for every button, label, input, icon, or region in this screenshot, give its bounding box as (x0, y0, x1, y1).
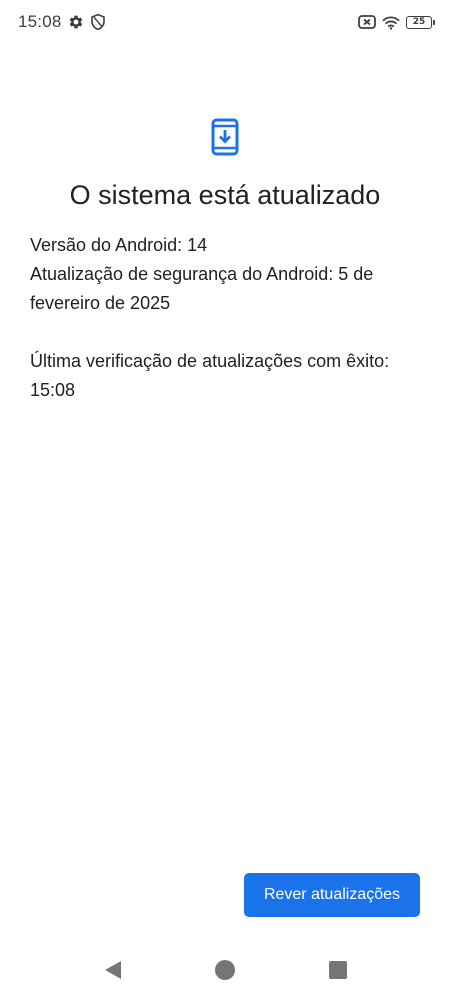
page-title: O sistema está atualizado (69, 180, 381, 210)
back-icon[interactable] (102, 959, 124, 981)
navigation-bar (0, 950, 450, 990)
status-left: 15:08 (18, 12, 106, 32)
battery-level: 25 (412, 17, 426, 27)
system-update-screen: 15:08 25 O sistema está atualizado Versã… (0, 0, 450, 1000)
shield-icon (90, 13, 106, 31)
update-info: Versão do Android: 14 Atualização de seg… (30, 231, 420, 405)
status-time: 15:08 (18, 12, 62, 31)
review-updates-button[interactable]: Rever atualizações (244, 873, 420, 917)
no-sim-icon (358, 15, 376, 29)
status-right: 25 (358, 15, 435, 30)
last-check-label: Última verificação de atualizações com ê… (30, 351, 390, 371)
last-check-time: 15:08 (30, 380, 76, 400)
android-version-text: Versão do Android: 14 (30, 235, 208, 255)
battery-icon: 25 (406, 15, 435, 29)
system-update-icon (211, 118, 239, 161)
home-icon[interactable] (214, 959, 236, 981)
wifi-icon (382, 15, 400, 30)
security-update-text: Atualização de segurança do Android: 5 d… (30, 264, 374, 313)
gear-icon (68, 14, 84, 30)
status-bar: 15:08 25 (0, 0, 450, 44)
recents-icon[interactable] (327, 959, 349, 981)
